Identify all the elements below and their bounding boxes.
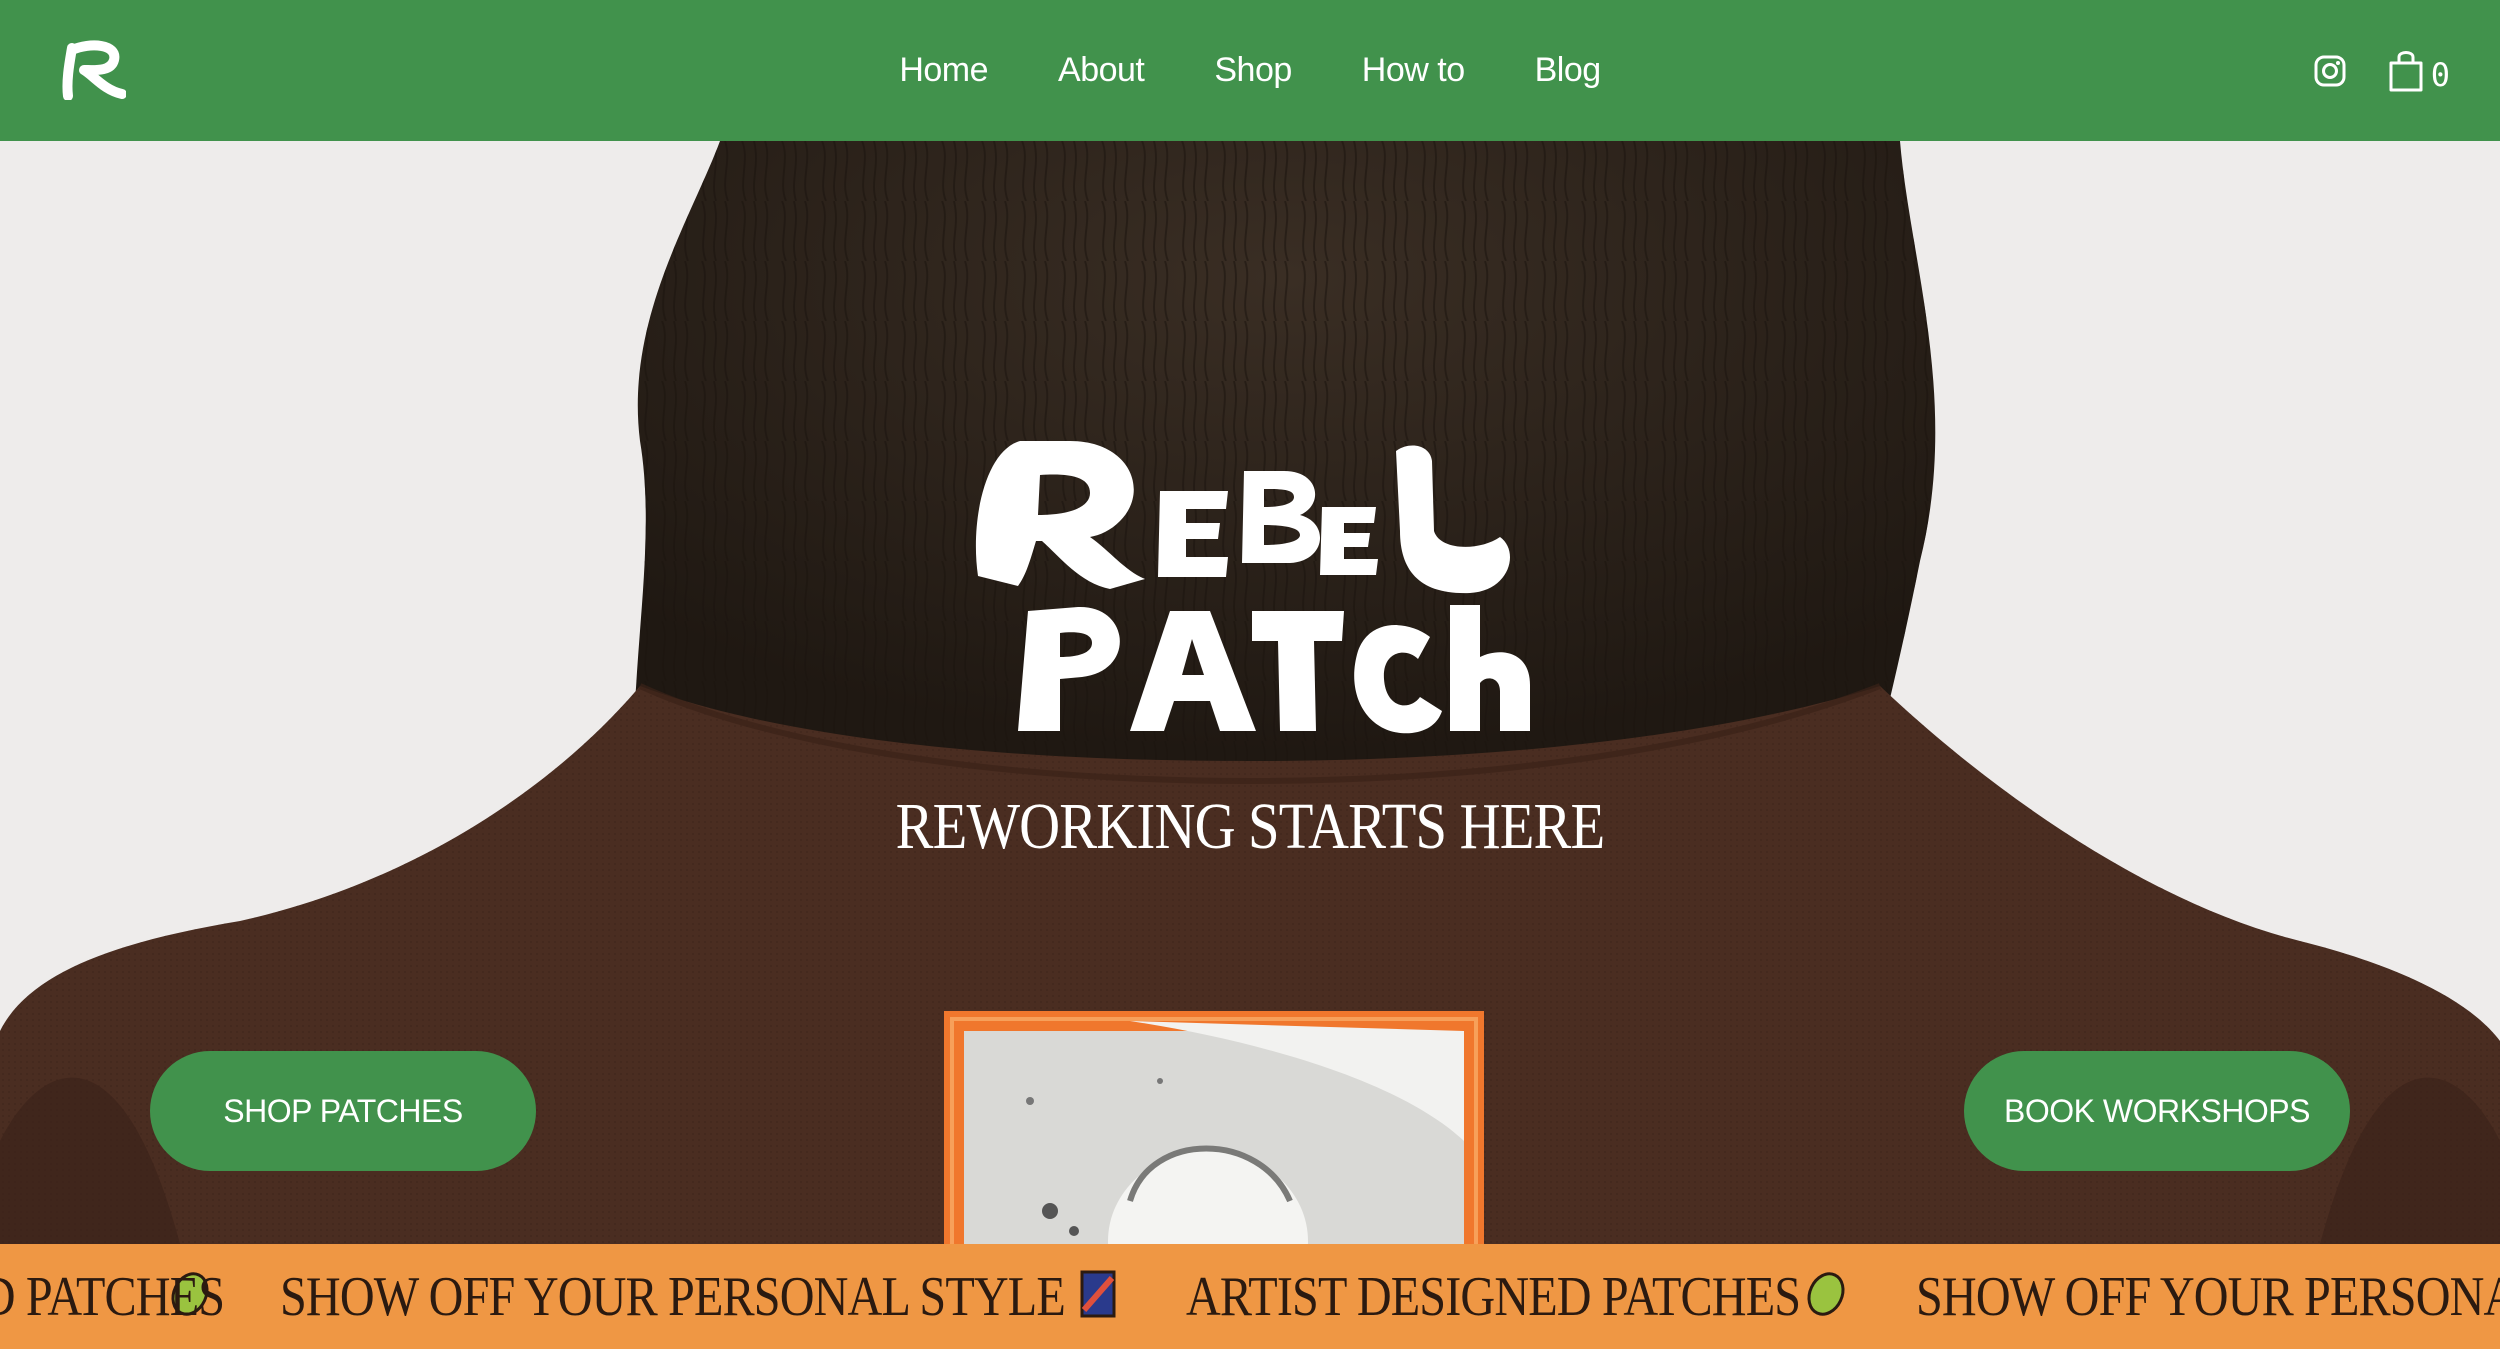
nav-blog-link[interactable]: Blog <box>1535 51 1602 90</box>
nav-home-link[interactable]: Home <box>899 51 988 90</box>
nav-shop-link[interactable]: Shop <box>1214 51 1292 90</box>
nav-howto-link[interactable]: How to <box>1362 51 1465 90</box>
marquee-item: ARTIST DESIGNED PATCHES <box>1186 1265 1801 1328</box>
brand-logo <box>975 441 1530 734</box>
lime-patch-icon <box>1806 1269 1846 1324</box>
announcement-marquee: ARTIST DESIGNED PATCHES SHOW OFF YOUR PE… <box>0 1244 2500 1349</box>
hero-section: REWORKING STARTS HERE SHOP PATCHES BOOK … <box>0 141 2500 1244</box>
marquee-item: SHOW OFF YOUR PERSONAL STYLE <box>1916 1265 2500 1328</box>
marquee-item: SHOW OFF YOUR PERSONAL STYLE <box>280 1265 1066 1328</box>
hero-tagline: REWORKING STARTS HERE <box>895 790 1606 863</box>
cart-count: 0 <box>2430 55 2450 94</box>
marquee-item: ARTIST DESIGNED PATCHES <box>0 1265 225 1328</box>
book-workshops-button[interactable]: BOOK WORKSHOPS <box>1964 1051 2350 1171</box>
shopping-bag-icon <box>2389 50 2423 91</box>
top-nav: Home About Shop How to Blog 0 <box>0 0 2500 141</box>
cart-button[interactable]: 0 <box>2387 49 2450 93</box>
instagram-icon[interactable] <box>2313 54 2347 88</box>
blue-patch-icon <box>1080 1270 1116 1323</box>
main-menu: Home About Shop How to Blog <box>0 0 2500 141</box>
nav-actions: 0 <box>2313 0 2450 141</box>
shop-patches-button[interactable]: SHOP PATCHES <box>150 1051 536 1171</box>
nav-about-link[interactable]: About <box>1058 51 1145 90</box>
marquee-track: ARTIST DESIGNED PATCHES SHOW OFF YOUR PE… <box>0 1244 2500 1349</box>
